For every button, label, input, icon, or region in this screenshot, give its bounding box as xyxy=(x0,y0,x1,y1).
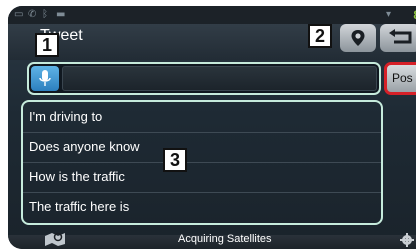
location-button[interactable] xyxy=(340,24,376,52)
map-search-icon[interactable] xyxy=(44,230,66,246)
battery-icon: ▬ xyxy=(56,9,66,20)
bluetooth-icon: ᛒ xyxy=(42,9,48,20)
phone-icon: ✆ xyxy=(28,9,37,20)
return-arrow-icon xyxy=(389,29,412,44)
location-pin-icon xyxy=(351,30,365,46)
callout-2: 2 xyxy=(308,24,332,48)
callout-3: 3 xyxy=(163,148,187,172)
back-button[interactable] xyxy=(380,24,416,52)
callout-1: 1 xyxy=(35,33,59,57)
tweet-text-field[interactable] xyxy=(62,66,377,91)
status-bar: ▭ ✆ ᛒ ▬ ▾ 8 xyxy=(8,6,416,24)
gps-status-text: Acquiring Satellites xyxy=(178,233,272,245)
post-button[interactable]: Pos xyxy=(384,62,416,95)
signal-icon: ▭ xyxy=(14,9,24,20)
list-item[interactable]: How is the traffic xyxy=(23,163,381,191)
voice-input-button[interactable] xyxy=(31,66,59,91)
phrase-list: I'm driving to Does anyone know How is t… xyxy=(21,100,383,225)
gear-icon[interactable] xyxy=(400,233,414,247)
list-item[interactable]: The traffic here is xyxy=(23,193,381,221)
microphone-icon xyxy=(39,70,51,86)
list-item[interactable]: I'm driving to xyxy=(23,103,381,131)
list-item[interactable]: Does anyone know xyxy=(23,133,381,161)
wifi-icon: ▾ xyxy=(386,9,392,20)
